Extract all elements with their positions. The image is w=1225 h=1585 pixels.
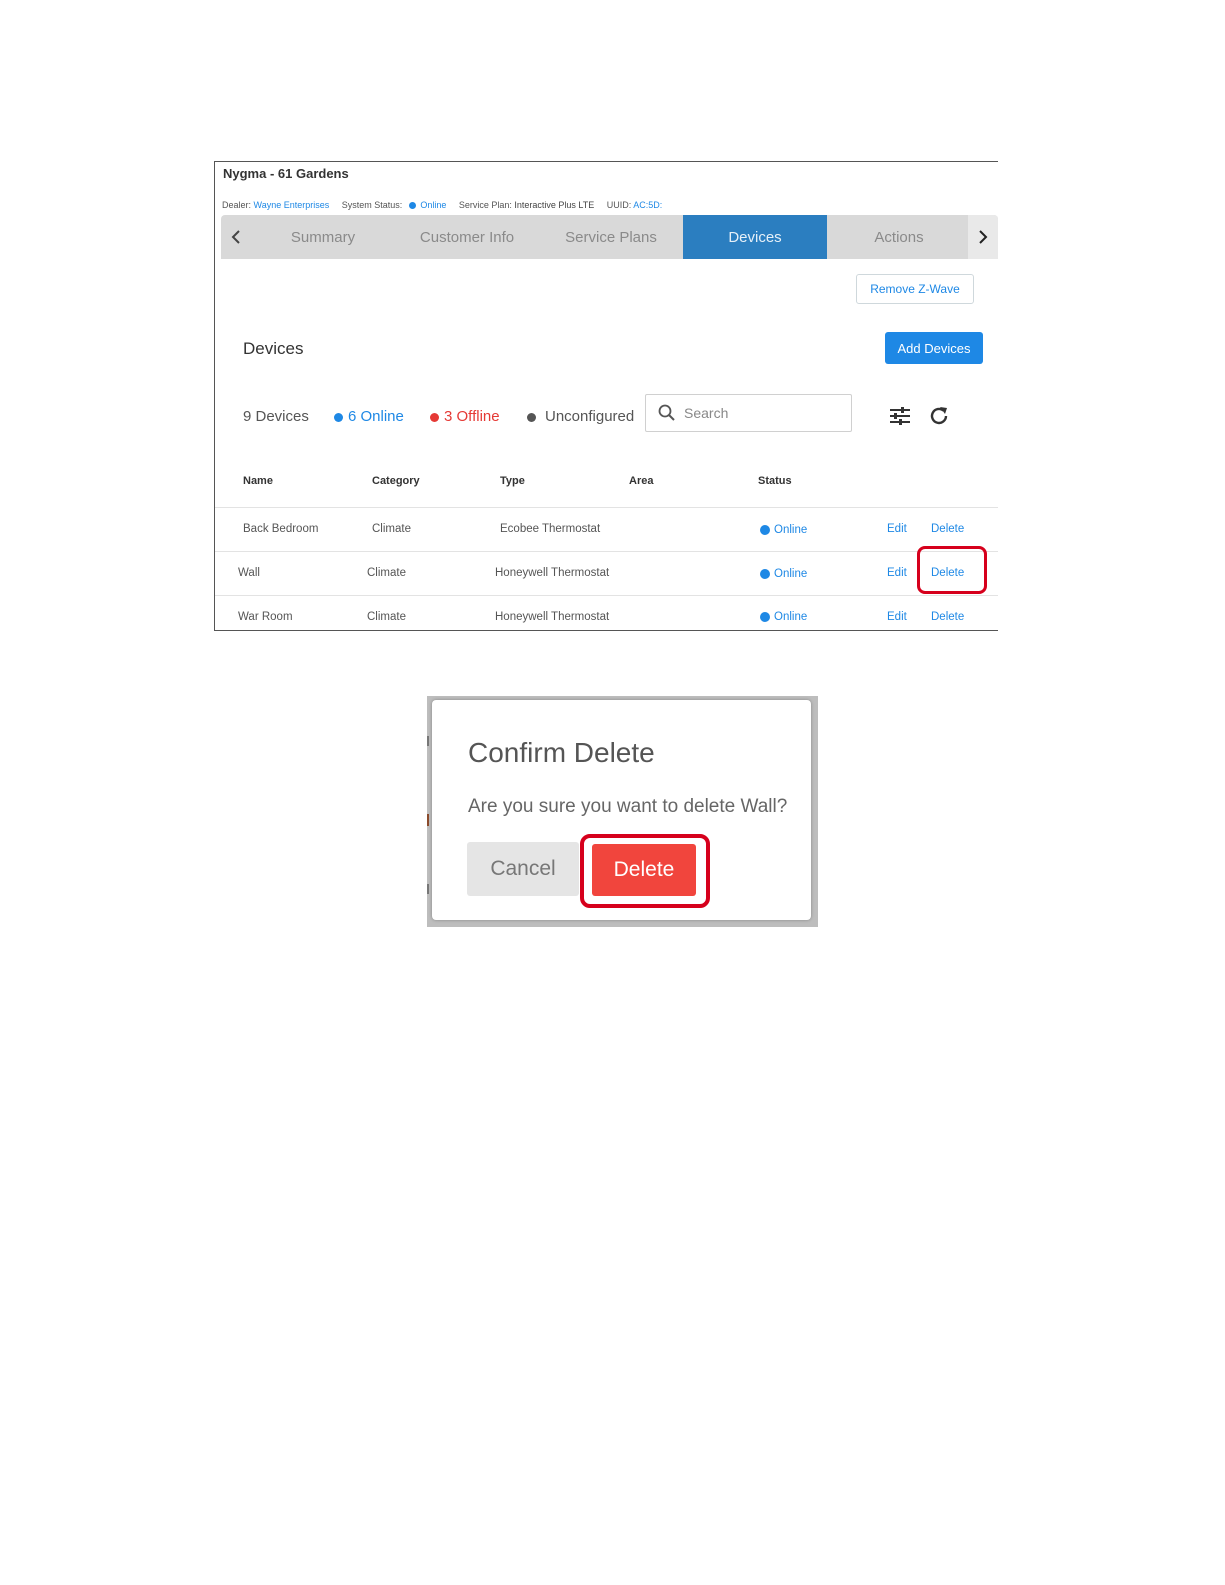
system-status-label: System Status: xyxy=(341,200,403,210)
row-divider xyxy=(215,595,998,596)
device-status: Online xyxy=(760,611,807,623)
device-type: Ecobee Thermostat xyxy=(500,523,601,535)
system-status-value: Online xyxy=(420,200,447,210)
delete-link[interactable]: Delete xyxy=(931,523,964,535)
confirm-dialog-screenshot: Confirm Delete Are you sure you want to … xyxy=(427,696,818,927)
column-header-category[interactable]: Category xyxy=(372,475,420,487)
tab-summary[interactable]: Summary xyxy=(251,215,395,259)
offline-filter[interactable]: 3 Offline xyxy=(430,408,500,425)
delete-link[interactable]: Delete xyxy=(931,611,964,623)
device-count: 9 Devices xyxy=(243,408,309,425)
status-dot-icon xyxy=(527,412,536,422)
column-header-type[interactable]: Type xyxy=(500,475,525,487)
search-input[interactable] xyxy=(682,404,836,422)
online-count: 6 Online xyxy=(348,408,404,425)
background-fragment xyxy=(427,736,429,746)
refresh-icon[interactable] xyxy=(927,404,951,428)
device-status-text: Online xyxy=(774,524,808,536)
chevron-right-icon[interactable] xyxy=(968,215,998,259)
column-header-status[interactable]: Status xyxy=(758,475,792,487)
chevron-left-icon[interactable] xyxy=(221,215,251,259)
background-fragment xyxy=(427,814,429,826)
delete-highlight-callout xyxy=(917,546,987,594)
device-name: Back Bedroom xyxy=(243,523,319,535)
unconfigured-label: Unconfigured xyxy=(545,408,635,425)
device-status-text: Online xyxy=(774,611,808,623)
service-plan-label: Service Plan: xyxy=(458,200,512,210)
delete-button-highlight-callout xyxy=(580,834,710,908)
edit-link[interactable]: Edit xyxy=(887,567,907,579)
tab-devices[interactable]: Devices xyxy=(683,215,827,259)
device-name: Wall xyxy=(238,567,260,579)
device-status: Online xyxy=(760,568,807,580)
device-status-text: Online xyxy=(774,568,808,580)
row-divider xyxy=(215,507,998,508)
uuid-label: UUID: xyxy=(606,200,632,210)
dialog-title: Confirm Delete xyxy=(468,737,655,768)
edit-link[interactable]: Edit xyxy=(887,523,907,535)
dealer-label: Dealer: xyxy=(222,200,252,210)
account-title: Nygma - 61 Gardens xyxy=(223,166,349,181)
tab-service-plans[interactable]: Service Plans xyxy=(539,215,683,259)
status-dot-icon xyxy=(760,611,770,622)
service-plan-value: Interactive Plus LTE xyxy=(514,200,595,210)
tab-actions[interactable]: Actions xyxy=(827,215,971,259)
device-type: Honeywell Thermostat xyxy=(495,611,610,623)
status-dot-icon xyxy=(334,412,343,422)
account-meta-row: Dealer: Wayne Enterprises System Status:… xyxy=(222,200,672,210)
status-dot-icon xyxy=(408,202,416,210)
column-header-area[interactable]: Area xyxy=(629,475,653,487)
online-filter[interactable]: 6 Online xyxy=(334,408,404,425)
search-box[interactable] xyxy=(645,394,852,432)
devices-page-screenshot: Nygma - 61 Gardens Dealer: Wayne Enterpr… xyxy=(214,161,998,631)
background-fragment xyxy=(427,884,429,894)
device-category: Climate xyxy=(367,567,406,579)
filter-sliders-icon[interactable] xyxy=(888,404,912,428)
cancel-button[interactable]: Cancel xyxy=(467,842,579,896)
column-header-name[interactable]: Name xyxy=(243,475,273,487)
device-type: Honeywell Thermostat xyxy=(495,567,610,579)
confirm-delete-dialog: Confirm Delete Are you sure you want to … xyxy=(432,700,811,920)
add-devices-button[interactable]: Add Devices xyxy=(885,332,983,364)
device-category: Climate xyxy=(372,523,411,535)
row-divider xyxy=(215,551,998,552)
dialog-message: Are you sure you want to delete Wall? xyxy=(468,796,788,817)
uuid-value: AC:5D: xyxy=(633,200,663,210)
search-icon xyxy=(658,404,675,421)
offline-count: 3 Offline xyxy=(444,408,500,425)
edit-link[interactable]: Edit xyxy=(887,611,907,623)
device-status: Online xyxy=(760,524,807,536)
remove-zwave-button[interactable]: Remove Z-Wave xyxy=(856,274,974,304)
device-category: Climate xyxy=(367,611,406,623)
devices-section-title: Devices xyxy=(243,339,304,358)
tab-customer-info[interactable]: Customer Info xyxy=(395,215,539,259)
status-dot-icon xyxy=(760,524,770,535)
tab-bar: Summary Customer Info Service Plans Devi… xyxy=(221,215,998,259)
unconfigured-filter[interactable]: Unconfigured xyxy=(527,408,634,425)
dealer-link[interactable]: Wayne Enterprises xyxy=(254,200,330,210)
status-dot-icon xyxy=(430,412,439,422)
status-dot-icon xyxy=(760,568,770,579)
device-name: War Room xyxy=(238,611,293,623)
